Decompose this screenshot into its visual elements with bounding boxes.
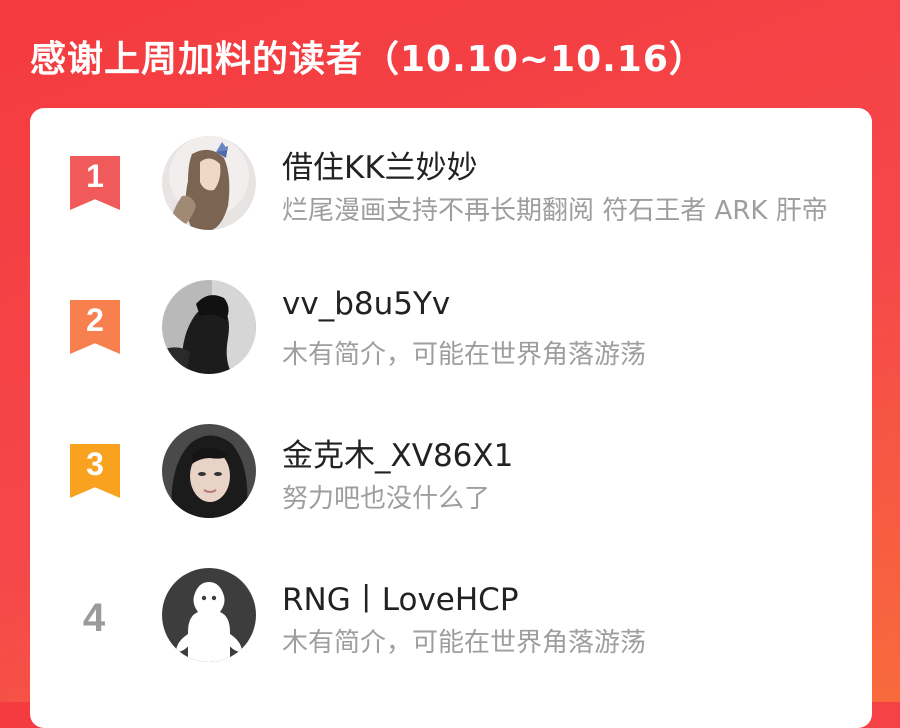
rank-badge-3: 3 [70,444,120,498]
list-item[interactable]: 2 vv_b8u5Yv 木有简介，可能在世界角落游荡 [30,272,872,382]
rank-number: 2 [86,302,104,338]
list-item[interactable]: 1 借住KK兰妙妙 烂尾漫画支持不再长期翻阅 符石王者 ARK 肝帝 [30,128,872,238]
reader-name[interactable]: 金克木_XV86X1 [282,430,513,475]
rank-badge-2: 2 [70,300,120,354]
reader-name[interactable]: vv_b8u5Yv [282,286,450,322]
list-item[interactable]: 3 金克木_XV86X1 努力吧也没什么了 [30,416,872,526]
avatar[interactable] [162,424,256,518]
avatar-girl-with-bow-icon [162,136,256,230]
avatar[interactable] [162,136,256,230]
avatar[interactable] [162,280,256,374]
reader-ranking-card: 1 借住KK兰妙妙 烂尾漫画支持不再长期翻阅 符石王者 ARK 肝帝 2 vv_… [30,108,872,728]
rank-number: 4 [82,596,106,640]
avatar[interactable] [162,568,256,662]
reader-name[interactable]: RNG丨LoveHCP [282,574,519,619]
rank-badge-1: 1 [70,156,120,210]
rank-number: 3 [86,446,104,482]
rank-number: 1 [86,158,104,194]
list-item[interactable]: 4 RNG丨LoveHCP 木有简介，可能在世界角落游荡 [30,560,872,670]
default-avatar-icon [162,568,256,662]
reader-bio: 烂尾漫画支持不再长期翻阅 符石王者 ARK 肝帝 [282,196,828,226]
reader-bio: 木有简介，可能在世界角落游荡 [282,340,647,370]
reader-bio: 努力吧也没什么了 [282,484,491,514]
avatar-dark-figure-icon [162,280,256,374]
page-title: 感谢上周加料的读者（10.10~10.16） [30,39,706,80]
avatar-woman-portrait-icon [162,424,256,518]
reader-name[interactable]: 借住KK兰妙妙 [282,142,478,187]
reader-bio: 木有简介，可能在世界角落游荡 [282,628,647,658]
